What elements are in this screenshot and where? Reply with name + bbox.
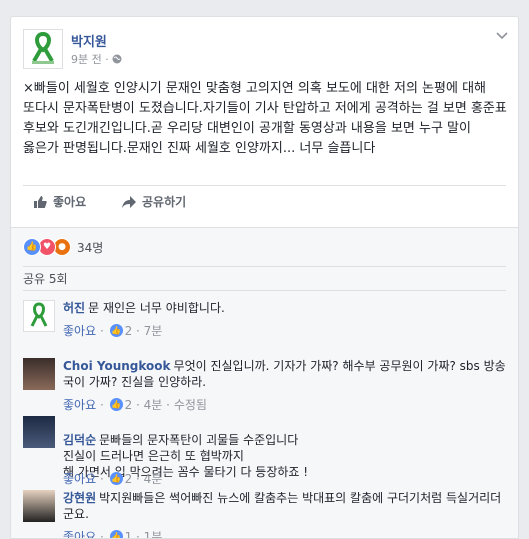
comment-author[interactable]: 허진 <box>63 301 85 315</box>
commenter-avatar[interactable] <box>23 416 55 448</box>
like-button[interactable]: 좋아요 <box>33 193 86 210</box>
like-label: 좋아요 <box>53 195 87 209</box>
reaction-count: 34명 <box>77 240 104 255</box>
ribbon-logo-icon <box>30 302 48 327</box>
comment-like-link[interactable]: 좋아요 <box>63 396 96 413</box>
comment-like-count[interactable]: 2 <box>125 398 133 412</box>
share-label: 공유하기 <box>142 195 187 209</box>
post-options-chevron-icon[interactable] <box>496 29 508 43</box>
like-count-icon: 👍 <box>109 398 123 411</box>
share-count[interactable]: 공유 5회 <box>23 270 68 287</box>
comment-time[interactable]: 1분 <box>144 528 163 538</box>
comment-body: Choi Youngkook 무엇이 진실입니까. 기자가 가짜? 해수부 공무원… <box>63 358 507 390</box>
comment-like-count[interactable]: 2 <box>125 472 133 486</box>
page-avatar[interactable] <box>23 29 63 69</box>
divider <box>23 290 506 291</box>
like-count-icon: 👍 <box>109 530 123 538</box>
comment-text: 문 재인은 너무 야비합니다. <box>88 301 225 315</box>
like-reaction-icon: 👍 <box>23 238 41 256</box>
comment-meta: 좋아요 · 👍 2 · 7분 <box>63 322 163 339</box>
commenter-avatar[interactable] <box>23 490 55 522</box>
comment-time[interactable]: 4분 <box>144 470 163 487</box>
post-text: ×빠들이 세월호 인양시기 문재인 맞춤형 고의지연 의혹 보도에 대한 저의 … <box>23 81 507 156</box>
thumbs-up-icon <box>34 195 47 208</box>
comment-body: 허진 문 재인은 너무 야비합니다. <box>63 300 507 316</box>
comment-time[interactable]: 7분 <box>144 322 163 339</box>
page-name[interactable]: 박지원 <box>71 31 107 50</box>
divider <box>23 185 506 186</box>
comment-author[interactable]: 김덕순 <box>63 433 96 447</box>
post-time[interactable]: 9분 전 <box>71 53 102 66</box>
post-footer: 👍 ♥ ● 34명 공유 5회 허진 문 재인은 너무 야비합니다. 좋아요 · … <box>11 227 518 539</box>
reactions-summary[interactable]: 👍 ♥ ● 34명 <box>23 238 103 256</box>
commenter-avatar[interactable] <box>23 358 55 390</box>
like-count-icon: 👍 <box>109 472 123 485</box>
share-arrow-icon <box>122 195 136 208</box>
comment-text: 박지원빠들은 썩어빠진 뉴스에 칼춤추는 박대표의 칼춤에 구더기처럼 득실거리… <box>63 491 502 521</box>
comment-like-link[interactable]: 좋아요 <box>63 528 96 538</box>
divider <box>23 266 506 267</box>
comment-like-link[interactable]: 좋아요 <box>63 322 96 339</box>
like-count-icon: 👍 <box>109 324 123 337</box>
comment-like-link[interactable]: 좋아요 <box>63 470 96 487</box>
comment-edited[interactable]: 수정됨 <box>174 396 207 413</box>
comment-meta: 좋아요 · 👍 2 · 4분 <box>63 470 163 487</box>
comment-like-count[interactable]: 2 <box>125 324 133 338</box>
globe-icon <box>112 54 122 64</box>
comment-time[interactable]: 4분 <box>144 396 163 413</box>
meta-separator: · <box>105 53 109 66</box>
comment-meta: 좋아요 · 👍 1 · 1분 <box>63 528 163 539</box>
comment-author[interactable]: 강현원 <box>63 491 96 505</box>
post-card: 박지원 9분 전 · ×빠들이 세월호 인양시기 문재인 맞춤형 고의지연 의혹… <box>10 16 519 539</box>
ribbon-logo-icon <box>32 31 54 64</box>
comment-meta: 좋아요 · 👍 2 · 4분 · 수정됨 <box>63 396 207 413</box>
share-button[interactable]: 공유하기 <box>122 193 186 210</box>
comment-author[interactable]: Choi Youngkook <box>63 359 171 373</box>
post-meta: 9분 전 · <box>71 51 122 67</box>
post-header: 박지원 9분 전 · <box>23 29 508 69</box>
comment-body: 강현원 박지원빠들은 썩어빠진 뉴스에 칼춤추는 박대표의 칼춤에 구더기처럼 득… <box>63 490 507 522</box>
comment-like-count[interactable]: 1 <box>125 530 133 539</box>
commenter-avatar[interactable] <box>23 300 55 332</box>
